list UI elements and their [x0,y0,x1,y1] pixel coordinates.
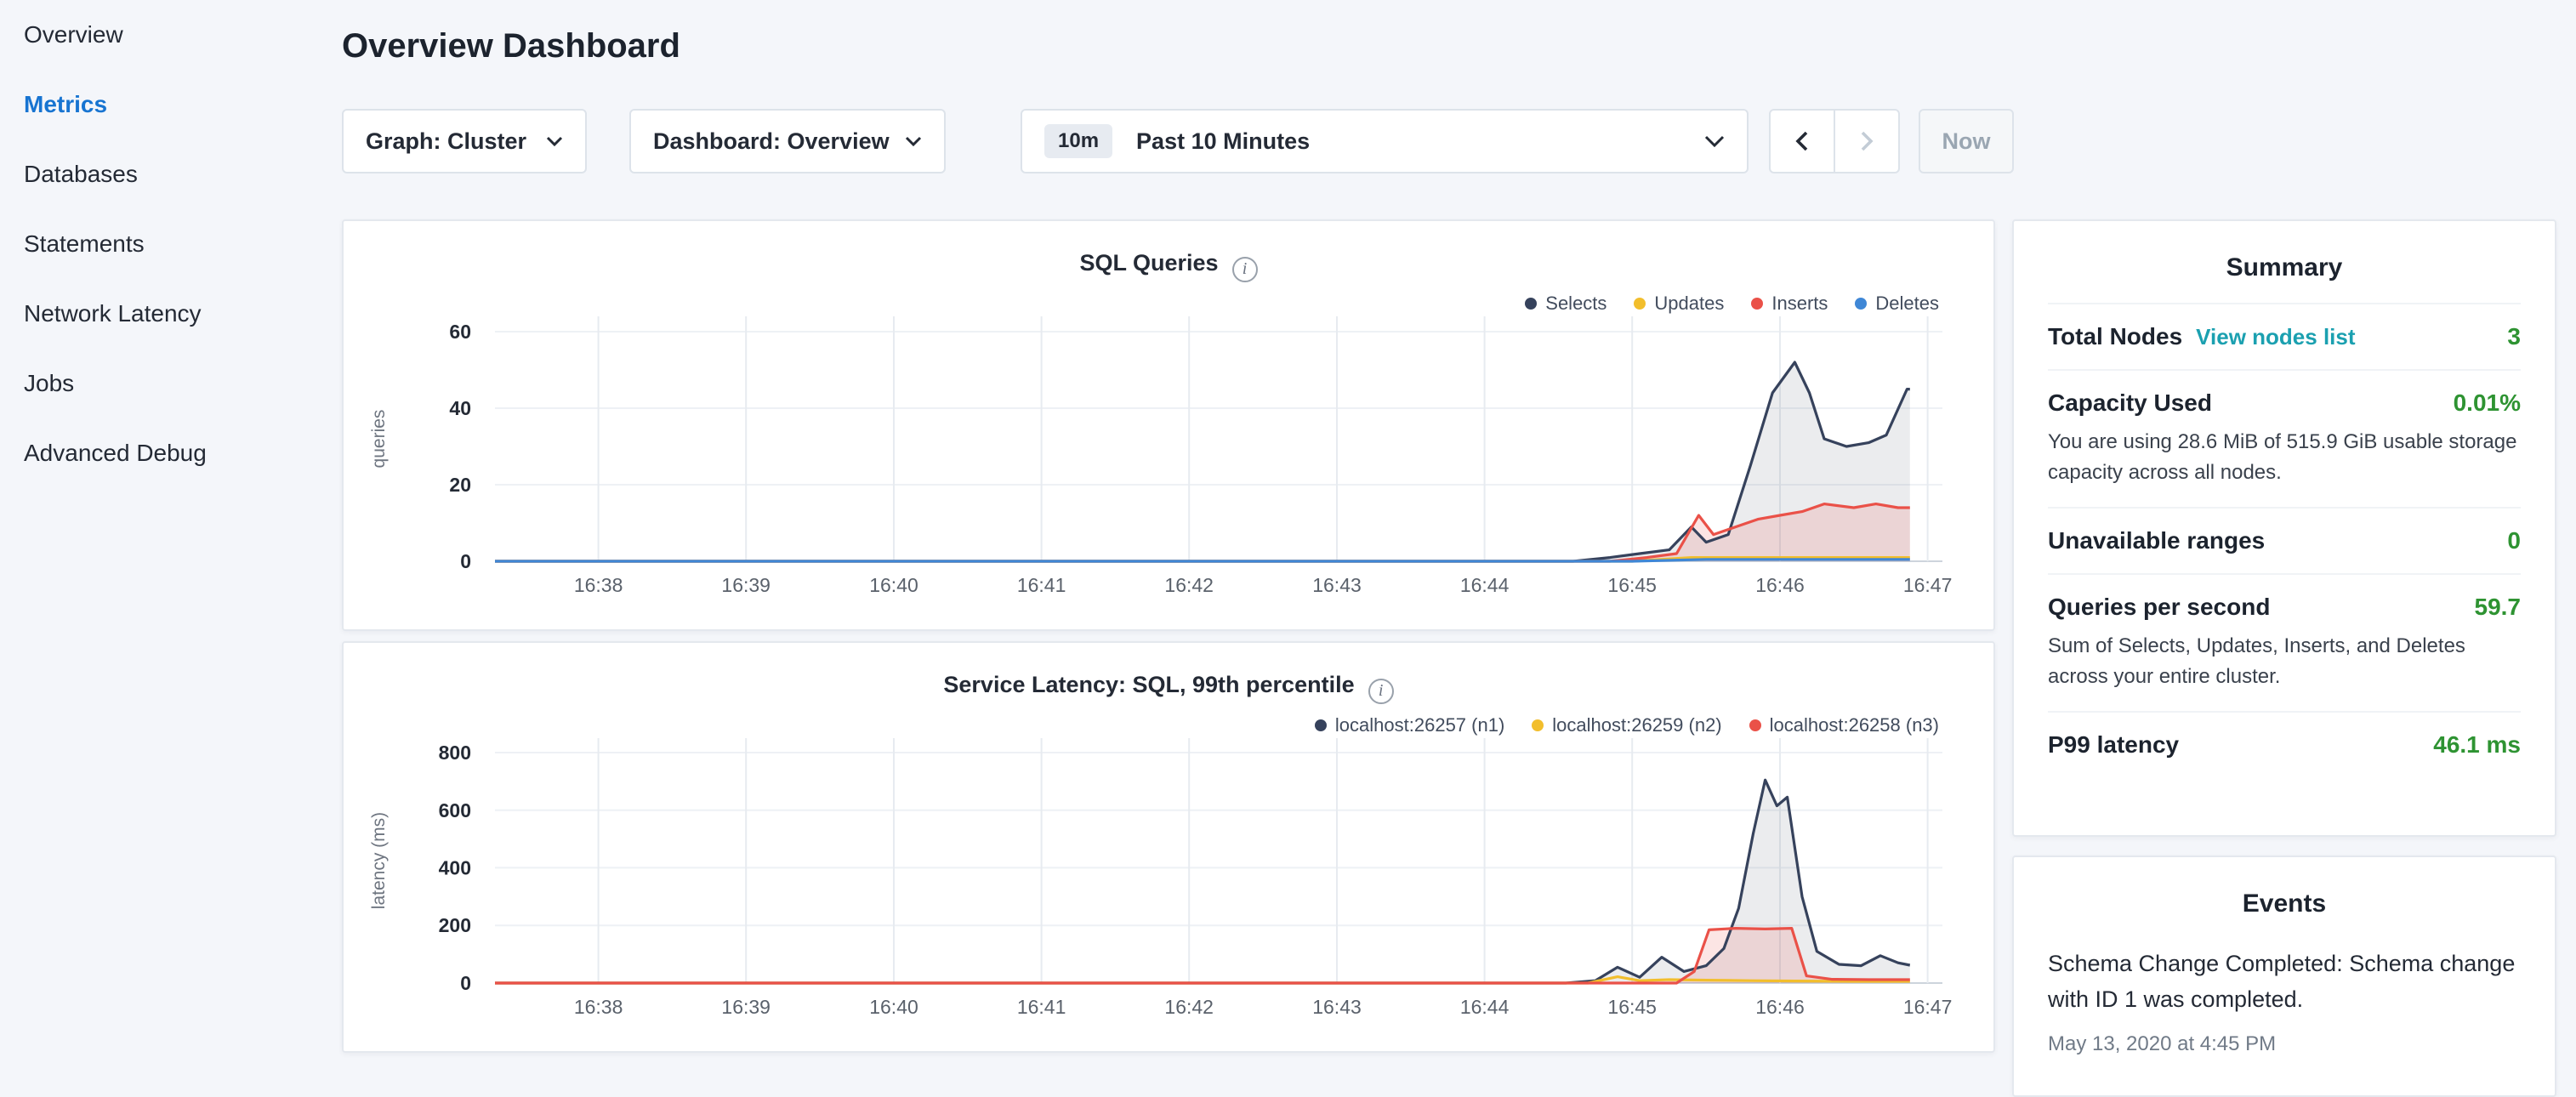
svg-text:16:38: 16:38 [574,574,623,596]
summary-heading: Summary [2048,221,2521,303]
chart-title-text: SQL Queries [1079,250,1218,276]
page-title: Overview Dashboard [342,27,680,65]
summary-row-queries-per-second: Queries per second 59.7 Sum of Selects, … [2048,573,2521,711]
svg-text:16:46: 16:46 [1755,574,1805,596]
summary-value: 0 [2507,527,2521,554]
svg-text:16:43: 16:43 [1312,574,1362,596]
service-latency-chart[interactable]: 0 200 400 600 800 16:38 16:39 16:40 16:41 16:42 16… [344,718,1997,1032]
event-text: Schema Change Completed: Schema change w… [2048,946,2521,1017]
graph-scope-label: Graph: Cluster [366,128,526,155]
sql-queries-chart[interactable]: 0 20 40 60 16:38 16:39 16:40 16:41 16:42 16:43 16:… [344,296,1997,611]
svg-text:60: 60 [449,321,471,343]
summary-row-unavailable-ranges: Unavailable ranges 0 [2048,507,2521,573]
sidebar-item-network-latency[interactable]: Network Latency [0,279,327,349]
svg-text:16:42: 16:42 [1164,574,1214,596]
svg-text:0: 0 [460,550,471,572]
now-button[interactable]: Now [1919,109,2014,173]
summary-value: 59.7 [2475,594,2522,621]
svg-text:16:44: 16:44 [1460,996,1510,1018]
summary-label: Total Nodes [2048,323,2182,350]
summary-row-total-nodes: Total Nodes View nodes list 3 [2048,303,2521,369]
summary-label: P99 latency [2048,731,2179,759]
svg-text:16:38: 16:38 [574,996,623,1018]
svg-text:0: 0 [460,972,471,994]
chart-title: SQL Queries i [344,250,1993,282]
sidebar-item-metrics[interactable]: Metrics [0,70,327,139]
svg-text:16:40: 16:40 [869,574,918,596]
svg-text:16:42: 16:42 [1164,996,1214,1018]
event-item: Schema Change Completed: Schema change w… [2048,946,2521,1056]
chevron-right-icon [1860,131,1874,151]
svg-text:400: 400 [439,856,471,878]
chevron-down-icon [546,136,563,146]
svg-text:16:41: 16:41 [1017,574,1066,596]
sidebar-item-jobs[interactable]: Jobs [0,349,327,418]
info-icon[interactable]: i [1368,679,1394,704]
svg-text:600: 600 [439,799,471,821]
svg-text:16:41: 16:41 [1017,996,1066,1018]
summary-value: 0.01% [2454,389,2521,417]
graph-scope-dropdown[interactable]: Graph: Cluster [342,109,587,173]
time-range-label: Past 10 Minutes [1136,128,1310,155]
svg-text:16:45: 16:45 [1607,996,1657,1018]
sidebar-item-overview[interactable]: Overview [0,0,327,70]
view-nodes-link[interactable]: View nodes list [2196,324,2355,350]
chevron-down-icon [905,136,922,146]
svg-text:16:45: 16:45 [1607,574,1657,596]
dashboard-label: Dashboard: Overview [653,128,890,155]
summary-value: 46.1 ms [2433,731,2521,759]
time-range-dropdown[interactable]: 10m Past 10 Minutes [1021,109,1749,173]
time-preset-badge: 10m [1044,124,1112,158]
svg-text:800: 800 [439,742,471,764]
summary-label: Unavailable ranges [2048,527,2265,554]
sidebar-item-advanced-debug[interactable]: Advanced Debug [0,418,327,488]
sidebar-item-databases[interactable]: Databases [0,139,327,209]
svg-text:40: 40 [449,397,471,419]
info-icon[interactable]: i [1232,257,1258,282]
svg-text:16:46: 16:46 [1755,996,1805,1018]
time-back-button[interactable] [1769,109,1835,173]
svg-text:16:44: 16:44 [1460,574,1510,596]
summary-row-capacity-used: Capacity Used 0.01% You are using 28.6 M… [2048,369,2521,507]
svg-text:16:43: 16:43 [1312,996,1362,1018]
summary-subtext: Sum of Selects, Updates, Inserts, and De… [2048,631,2521,692]
dashboard-dropdown[interactable]: Dashboard: Overview [629,109,946,173]
events-panel: Events Schema Change Completed: Schema c… [2012,855,2556,1097]
summary-label: Capacity Used [2048,389,2212,417]
summary-panel: Summary Total Nodes View nodes list 3 Cap… [2012,219,2556,837]
chevron-left-icon [1795,131,1809,151]
svg-text:16:40: 16:40 [869,996,918,1018]
svg-text:16:39: 16:39 [721,996,771,1018]
summary-row-p99-latency: P99 latency 46.1 ms [2048,711,2521,777]
summary-label: Queries per second [2048,594,2270,621]
time-step-buttons [1769,109,1900,173]
sidebar: Overview Metrics Databases Statements Ne… [0,0,327,488]
chart-title-text: Service Latency: SQL, 99th percentile [943,672,1354,697]
toolbar: Graph: Cluster Dashboard: Overview 10m P… [342,109,2014,173]
chart-title: Service Latency: SQL, 99th percentile i [344,672,1993,704]
chevron-down-icon [1704,135,1725,147]
events-heading: Events [2048,857,2521,939]
summary-subtext: You are using 28.6 MiB of 515.9 GiB usab… [2048,427,2521,488]
summary-value: 3 [2507,323,2521,350]
svg-text:16:39: 16:39 [721,574,771,596]
sql-queries-panel: SQL Queriesi SelectsUpdatesInsertsDelete… [342,219,1995,631]
sidebar-item-statements[interactable]: Statements [0,209,327,279]
svg-text:16:47: 16:47 [1903,574,1953,596]
time-forward-button[interactable] [1834,109,1900,173]
svg-text:200: 200 [439,914,471,936]
service-latency-panel: Service Latency: SQL, 99th percentilei l… [342,641,1995,1053]
event-timestamp: May 13, 2020 at 4:45 PM [2048,1032,2521,1056]
svg-text:16:47: 16:47 [1903,996,1953,1018]
svg-text:20: 20 [449,474,471,496]
